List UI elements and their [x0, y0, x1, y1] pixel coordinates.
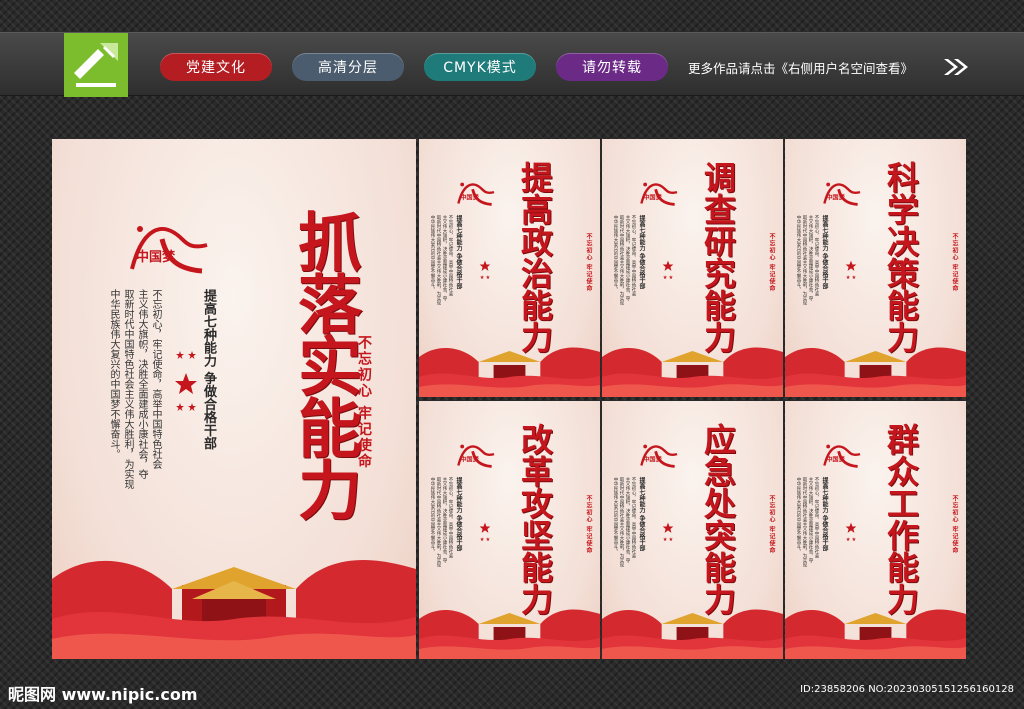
poster-masses-work-ability: 中国梦 群众工作能力 不忘初心 牢记使命 提高七种能力 争做合格干部 不忘初心，… — [785, 401, 966, 659]
china-dream-emblem-icon: 中国梦 — [457, 444, 495, 468]
emblem-text: 中国梦 — [643, 194, 662, 202]
poster-title: 改革攻坚能力 — [516, 423, 554, 615]
poster-investigation-ability: 中国梦 调查研究能力 不忘初心 牢记使命 提高七种能力 争做合格干部 不忘初心，… — [602, 139, 783, 397]
stars-icon — [845, 522, 857, 542]
tag-no-repost[interactable]: 请勿转载 — [556, 53, 668, 81]
palace-scene — [602, 599, 783, 659]
poster-slogan: 不忘初心 牢记使命 — [951, 495, 958, 555]
top-bar: 党建文化 高清分层 CMYK模式 请勿转载 更多作品请点击《右侧用户名空间查看》 — [0, 32, 1024, 97]
tag-hd-layers[interactable]: 高清分层 — [292, 53, 404, 81]
palace-scene — [52, 539, 416, 659]
poster-body: 不忘初心，牢记使命，高举中国特色社会 主义伟大旗帜，决胜全面建成小康社会，夺 取… — [796, 215, 819, 305]
poster-title: 调查研究能力 — [699, 161, 737, 353]
poster-title: 科学决策能力 — [882, 161, 920, 353]
poster-political-ability: 中国梦 提高政治能力 不忘初心 牢记使命 提高七种能力 争做合格干部 不忘初心，… — [419, 139, 600, 397]
emblem-text: 中国梦 — [460, 194, 479, 202]
poster-title: 应急处突能力 — [699, 423, 737, 615]
poster-slogan: 不忘初心 牢记使命 — [768, 233, 775, 293]
palace-scene — [419, 599, 600, 659]
poster-subtitle: 提高七种能力 争做合格干部 — [455, 215, 462, 290]
poster-decision-ability: 中国梦 科学决策能力 不忘初心 牢记使命 提高七种能力 争做合格干部 不忘初心，… — [785, 139, 966, 397]
poster-slogan: 不忘初心 牢记使命 — [768, 495, 775, 555]
poster-emergency-ability: 中国梦 应急处突能力 不忘初心 牢记使命 提高七种能力 争做合格干部 不忘初心，… — [602, 401, 783, 659]
tag-cmyk-mode[interactable]: CMYK模式 — [424, 53, 536, 81]
poster-body: 不忘初心，牢记使命，高举中国特色社会 主义伟大旗帜，决胜全面建成小康社会，夺 取… — [613, 477, 636, 567]
poster-main-subtitle: 提高七种能力 争做合格干部 — [201, 289, 216, 450]
china-dream-emblem-icon: 中国梦 — [130, 226, 208, 274]
poster-subtitle: 提高七种能力 争做合格干部 — [455, 477, 462, 552]
emblem-text: 中国梦 — [136, 249, 176, 265]
poster-subtitle: 提高七种能力 争做合格干部 — [821, 215, 828, 290]
emblem-text: 中国梦 — [826, 456, 845, 464]
china-dream-emblem-icon: 中国梦 — [640, 182, 678, 206]
poster-subtitle: 提高七种能力 争做合格干部 — [638, 215, 645, 290]
emblem-text: 中国梦 — [643, 456, 662, 464]
poster-title: 提高政治能力 — [516, 161, 554, 353]
site-watermark: 昵图网 www.nipic.com — [8, 685, 198, 704]
double-arrow-right-icon[interactable] — [942, 57, 970, 77]
poster-body: 不忘初心，牢记使命，高举中国特色社会 主义伟大旗帜，决胜全面建成小康社会，夺 取… — [613, 215, 636, 305]
china-dream-emblem-icon: 中国梦 — [823, 182, 861, 206]
china-dream-emblem-icon: 中国梦 — [823, 444, 861, 468]
china-dream-emblem-icon: 中国梦 — [457, 182, 495, 206]
palace-scene — [785, 599, 966, 659]
poster-subtitle: 提高七种能力 争做合格干部 — [638, 477, 645, 552]
stars-icon — [662, 260, 674, 280]
poster-slogan: 不忘初心 牢记使命 — [951, 233, 958, 293]
poster-body: 不忘初心，牢记使命，高举中国特色社会 主义伟大旗帜，决胜全面建成小康社会，夺 取… — [430, 215, 453, 305]
emblem-text: 中国梦 — [826, 194, 845, 202]
image-id-text: ID:23858206 NO:20230305151256160128 — [800, 684, 1014, 695]
stars-icon — [175, 351, 197, 411]
site-logo[interactable] — [64, 33, 128, 97]
pen-logo-icon — [64, 33, 128, 97]
poster-body: 不忘初心，牢记使命，高举中国特色社会 主义伟大旗帜，决胜全面建成小康社会，夺 取… — [796, 477, 819, 567]
poster-main-body: 不忘初心，牢记使命，高举中国特色社会 主义伟大旗帜，决胜全面建成小康社会，夺 取… — [108, 289, 161, 489]
palace-scene — [785, 337, 966, 397]
tag-party-culture[interactable]: 党建文化 — [160, 53, 272, 81]
poster-subtitle: 提高七种能力 争做合格干部 — [821, 477, 828, 552]
poster-main-title: 抓落实能力 — [287, 209, 362, 519]
palace-scene — [419, 337, 600, 397]
poster-title: 群众工作能力 — [882, 423, 920, 615]
poster-main-slogan: 不忘初心 牢记使命 — [356, 335, 372, 470]
stars-icon — [845, 260, 857, 280]
china-dream-emblem-icon: 中国梦 — [640, 444, 678, 468]
poster-body: 不忘初心，牢记使命，高举中国特色社会 主义伟大旗帜，决胜全面建成小康社会，夺 取… — [430, 477, 453, 567]
stars-icon — [479, 260, 491, 280]
poster-main: 中国梦 抓落实能力 不忘初心 牢记使命 提高七种能力 争做合格干部 不忘初心，牢… — [52, 139, 416, 659]
poster-slogan: 不忘初心 牢记使命 — [585, 233, 592, 293]
poster-slogan: 不忘初心 牢记使命 — [585, 495, 592, 555]
stars-icon — [662, 522, 674, 542]
more-works-notice[interactable]: 更多作品请点击《右侧用户名空间查看》 — [688, 53, 913, 81]
poster-reform-ability: 中国梦 改革攻坚能力 不忘初心 牢记使命 提高七种能力 争做合格干部 不忘初心，… — [419, 401, 600, 659]
stars-icon — [479, 522, 491, 542]
emblem-text: 中国梦 — [460, 456, 479, 464]
palace-scene — [602, 337, 783, 397]
